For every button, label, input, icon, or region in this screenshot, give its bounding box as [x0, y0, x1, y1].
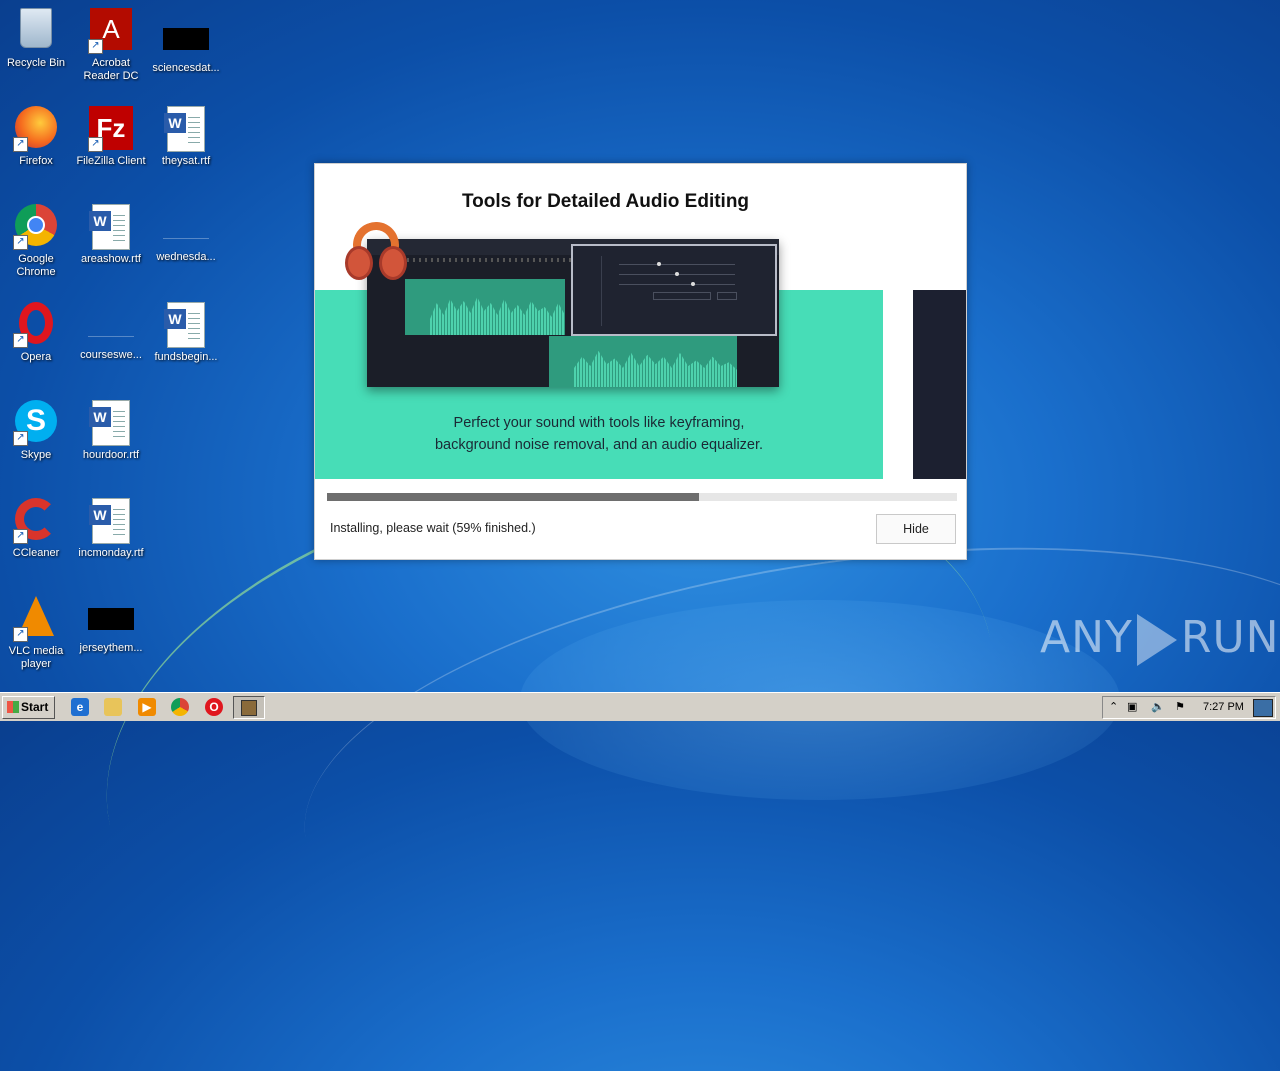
desktop-icon-label: incmonday.rtf	[78, 547, 144, 559]
volume-icon[interactable]: 🔈	[1151, 697, 1165, 718]
desktop-file-fundsbegin[interactable]: W fundsbegin...	[148, 302, 224, 364]
install-status-text: Installing, please wait (59% finished.)	[330, 521, 536, 535]
installer-app-icon	[241, 700, 257, 716]
file-icon	[88, 314, 134, 337]
explorer-icon[interactable]	[104, 698, 122, 716]
desktop-file-areashow[interactable]: W areashow.rtf	[73, 204, 149, 266]
desktop-file-courseswe[interactable]: courseswe...	[73, 302, 149, 362]
desktop-icon-skype[interactable]: S ↗ Skype	[0, 400, 74, 462]
desktop-icon-label: Skype	[20, 449, 52, 461]
desktop-file-sciencesdat[interactable]: sciencesdat...	[148, 8, 224, 75]
taskbar: Start e ▶ O ⌃ ▣ 🔈 ⚑ 7:27 PM	[0, 692, 1280, 721]
word-document-icon: W	[163, 106, 209, 152]
desktop-icon-label: jerseythem...	[79, 642, 143, 654]
installer-window: Tools for Detailed Audio Editing Perfect…	[314, 163, 967, 560]
chrome-icon[interactable]	[171, 698, 189, 716]
taskbar-installer-button[interactable]	[233, 696, 265, 719]
audio-clip	[549, 336, 737, 387]
ie-icon[interactable]: e	[71, 698, 89, 716]
desktop-file-jerseythem[interactable]: jerseythem...	[73, 596, 149, 655]
desktop-icon-vlc[interactable]: ↗ VLC media player	[0, 596, 74, 671]
desktop-icon-acrobat[interactable]: A ↗ Acrobat Reader DC	[73, 8, 149, 83]
desktop-icon-label: Firefox	[19, 155, 53, 167]
play-logo-icon	[1136, 614, 1177, 666]
system-tray: ⌃ ▣ 🔈 ⚑ 7:27 PM	[1102, 696, 1276, 719]
vlc-cone-icon: ↗	[13, 596, 59, 642]
filezilla-icon: Fz ↗	[88, 106, 134, 152]
clock[interactable]: 7:27 PM	[1203, 697, 1245, 718]
anyrun-watermark: ANY RUN	[1040, 612, 1280, 666]
desktop-icon-label: Opera	[20, 351, 52, 363]
start-button[interactable]: Start	[2, 696, 55, 719]
headphones-icon	[345, 215, 407, 282]
opera-icon[interactable]: O	[205, 698, 223, 716]
desktop-icon-label: Google Chrome	[16, 253, 56, 278]
show-desktop-button[interactable]	[1253, 699, 1273, 717]
chrome-icon: ↗	[13, 204, 59, 250]
desktop-icon-label: Acrobat Reader DC	[83, 57, 139, 82]
desktop-icon-label: wednesda...	[156, 251, 216, 263]
desktop-icon-label: fundsbegin...	[154, 351, 218, 363]
desktop-icon-filezilla[interactable]: Fz ↗ FileZilla Client	[73, 106, 149, 168]
desktop-icon-label: courseswe...	[80, 349, 142, 361]
desktop-icon-recycle-bin[interactable]: Recycle Bin	[0, 8, 74, 70]
network-icon[interactable]: ▣	[1127, 697, 1137, 718]
windows-logo-icon	[7, 701, 19, 713]
recycle-bin-icon	[13, 8, 59, 54]
desktop-file-theysat[interactable]: W theysat.rtf	[148, 106, 224, 168]
file-icon	[88, 608, 134, 630]
hide-button[interactable]: Hide	[876, 514, 956, 544]
desktop-file-wednesda[interactable]: wednesda...	[148, 204, 224, 264]
file-icon	[163, 28, 209, 50]
desktop-icon-label: hourdoor.rtf	[82, 449, 140, 461]
desktop-icon-label: areashow.rtf	[81, 253, 141, 265]
acrobat-reader-icon: A ↗	[88, 8, 134, 54]
install-progress-fill	[327, 493, 699, 501]
firefox-icon: ↗	[13, 106, 59, 152]
desktop-file-incmonday[interactable]: W incmonday.rtf	[73, 498, 149, 560]
desktop-icon-label: CCleaner	[12, 547, 60, 559]
audio-clip	[405, 279, 565, 335]
desktop-icon-chrome[interactable]: ↗ Google Chrome	[0, 204, 74, 279]
next-slide-preview	[913, 290, 966, 479]
desktop-file-hourdoor[interactable]: W hourdoor.rtf	[73, 400, 149, 462]
audio-editor-screenshot	[367, 239, 779, 387]
word-document-icon: W	[88, 498, 134, 544]
desktop-icon-label: FileZilla Client	[76, 155, 146, 167]
desktop-icon-label: theysat.rtf	[161, 155, 211, 167]
tray-expand-icon[interactable]: ⌃	[1109, 697, 1118, 718]
file-icon	[163, 216, 209, 239]
desktop-icon-label: sciencesdat...	[152, 62, 220, 74]
desktop-icon-firefox[interactable]: ↗ Firefox	[0, 106, 74, 168]
slide-title: Tools for Detailed Audio Editing	[461, 191, 750, 212]
ccleaner-icon: ↗	[13, 498, 59, 544]
audio-settings-panel	[571, 244, 777, 336]
desktop-icon-label: VLC media player	[8, 645, 64, 670]
action-center-flag-icon[interactable]: ⚑	[1175, 697, 1185, 718]
slide-description: Perfect your sound with tools like keyfr…	[434, 415, 764, 453]
desktop-icon-ccleaner[interactable]: ↗ CCleaner	[0, 498, 74, 560]
media-player-icon[interactable]: ▶	[138, 698, 156, 716]
word-document-icon: W	[163, 302, 209, 348]
word-document-icon: W	[88, 400, 134, 446]
desktop-icon-label: Recycle Bin	[6, 57, 66, 69]
skype-icon: S ↗	[13, 400, 59, 446]
desktop-icon-opera[interactable]: ↗ Opera	[0, 302, 74, 364]
word-document-icon: W	[88, 204, 134, 250]
opera-icon: ↗	[13, 302, 59, 348]
install-progress-bar	[327, 493, 957, 501]
